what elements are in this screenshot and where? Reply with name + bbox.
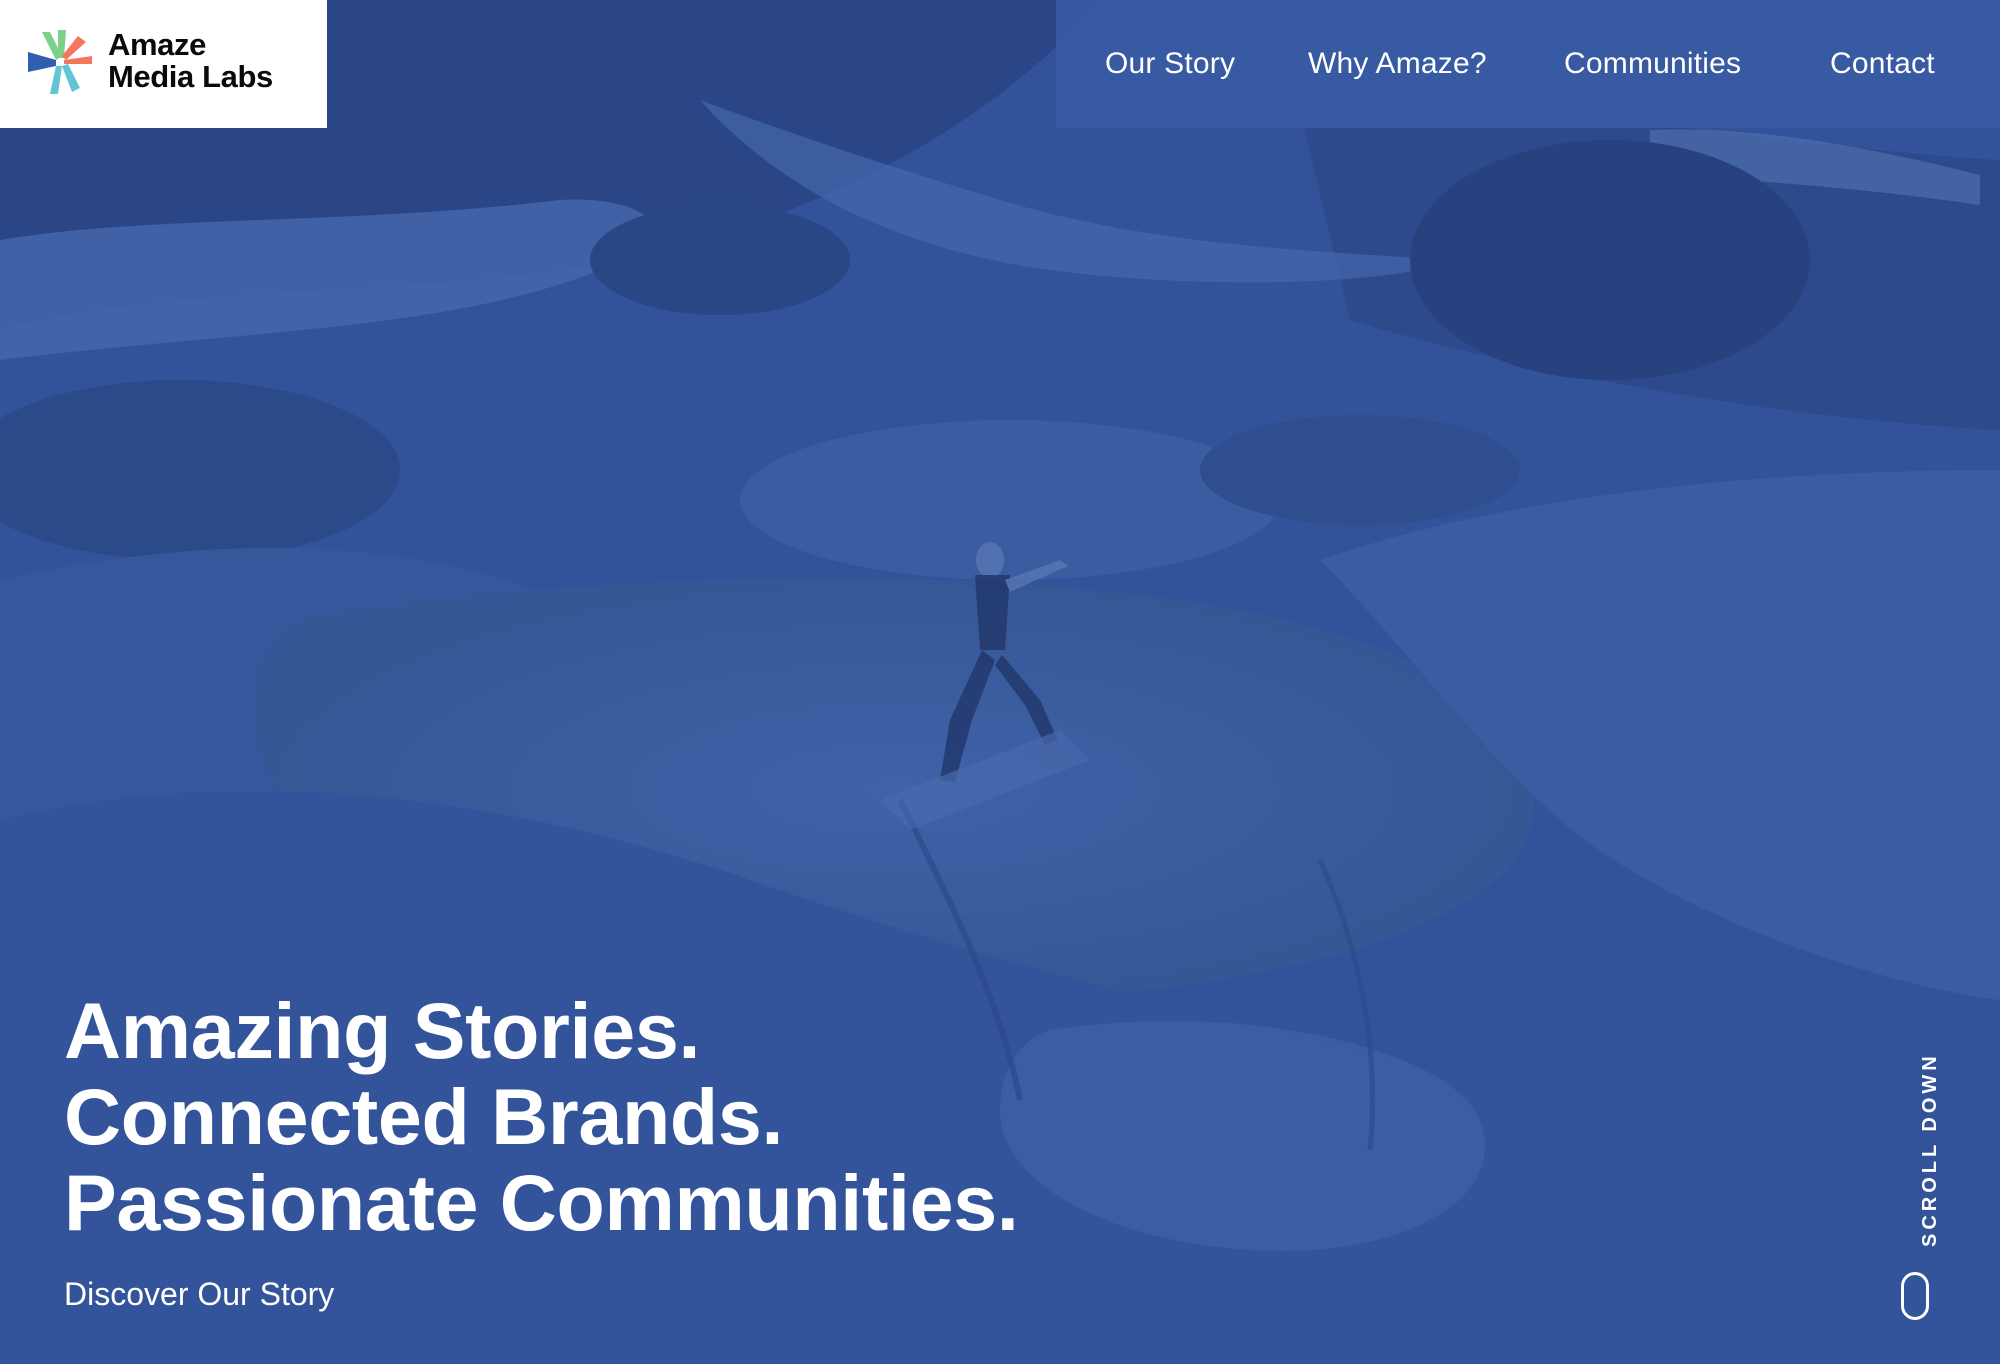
headline-line-2: Connected Brands.	[64, 1072, 784, 1161]
hero-headline: Amazing Stories. Connected Brands. Passi…	[64, 988, 1019, 1246]
main-nav: Our Story Why Amaze? Communities Contact	[1056, 0, 2000, 128]
brand-name-line2: Media Labs	[108, 59, 273, 94]
logo[interactable]: Amaze Media Labs	[0, 0, 327, 128]
nav-item-why-amaze[interactable]: Why Amaze?	[1308, 44, 1487, 84]
nav-item-communities[interactable]: Communities	[1564, 44, 1741, 84]
brand-name-line1: Amaze	[108, 27, 206, 62]
headline-line-1: Amazing Stories.	[64, 986, 701, 1075]
discover-our-story-link[interactable]: Discover Our Story	[64, 1274, 334, 1314]
nav-item-contact[interactable]: Contact	[1830, 44, 1935, 84]
hero-section: Amaze Media Labs Our Story Why Amaze? Co…	[0, 0, 2000, 1364]
scroll-mouse-icon[interactable]	[1901, 1272, 1929, 1320]
asterisk-logo-icon	[28, 30, 92, 94]
scroll-down-label[interactable]: SCROLL DOWN	[1917, 1027, 1943, 1247]
brand-name: Amaze Media Labs	[108, 29, 273, 93]
headline-line-3: Passionate Communities.	[64, 1158, 1019, 1247]
nav-item-our-story[interactable]: Our Story	[1105, 44, 1235, 84]
